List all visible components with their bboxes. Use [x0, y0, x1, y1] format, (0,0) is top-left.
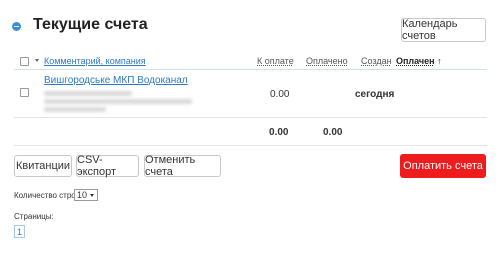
page-link[interactable]: 1	[14, 225, 25, 238]
header-comment-company[interactable]: Комментарий, компания	[44, 56, 146, 66]
row-divider	[14, 117, 487, 118]
total-paid: 0.00	[323, 127, 343, 138]
total-to-pay: 0.00	[269, 127, 289, 138]
header-divider	[14, 69, 487, 70]
chevron-down-icon[interactable]	[35, 59, 39, 62]
redacted-comment	[44, 91, 132, 96]
redacted-comment	[44, 99, 192, 104]
header-created[interactable]: Создан	[361, 56, 392, 66]
rows-count-label: Количество строк:	[14, 191, 82, 200]
cancel-invoices-button[interactable]: Отменить счета	[144, 154, 221, 178]
select-all-checkbox[interactable]	[20, 57, 29, 66]
csv-export-button[interactable]: CSV-экспорт	[76, 154, 139, 178]
pay-invoices-button[interactable]: Оплатить счета	[400, 154, 486, 178]
redacted-comment	[44, 107, 106, 112]
header-paid[interactable]: Оплачено	[306, 56, 348, 66]
totals-divider	[14, 145, 487, 146]
header-paid-status-label: Оплачен	[396, 56, 435, 66]
header-paid-status[interactable]: Оплачен ↑	[396, 56, 442, 66]
row-to-pay: 0.00	[270, 89, 290, 100]
row-checkbox[interactable]	[20, 88, 29, 97]
rows-count-select[interactable]: 10	[74, 189, 98, 201]
calendar-button[interactable]: Календарь счетов	[401, 18, 486, 42]
row-created: сегодня	[355, 89, 395, 100]
receipts-button[interactable]: Квитанции	[14, 155, 72, 177]
sort-arrow-icon: ↑	[437, 56, 442, 66]
pages-label: Страницы:	[14, 212, 54, 221]
collapse-toggle-icon[interactable]	[12, 22, 21, 31]
chevron-down-icon	[90, 193, 95, 197]
header-to-pay[interactable]: К оплате	[257, 56, 294, 66]
panel-title: Текущие счета	[33, 16, 148, 33]
company-link[interactable]: Вишгородське МКП Водоканал	[44, 75, 188, 86]
rows-count-value: 10	[77, 190, 88, 200]
